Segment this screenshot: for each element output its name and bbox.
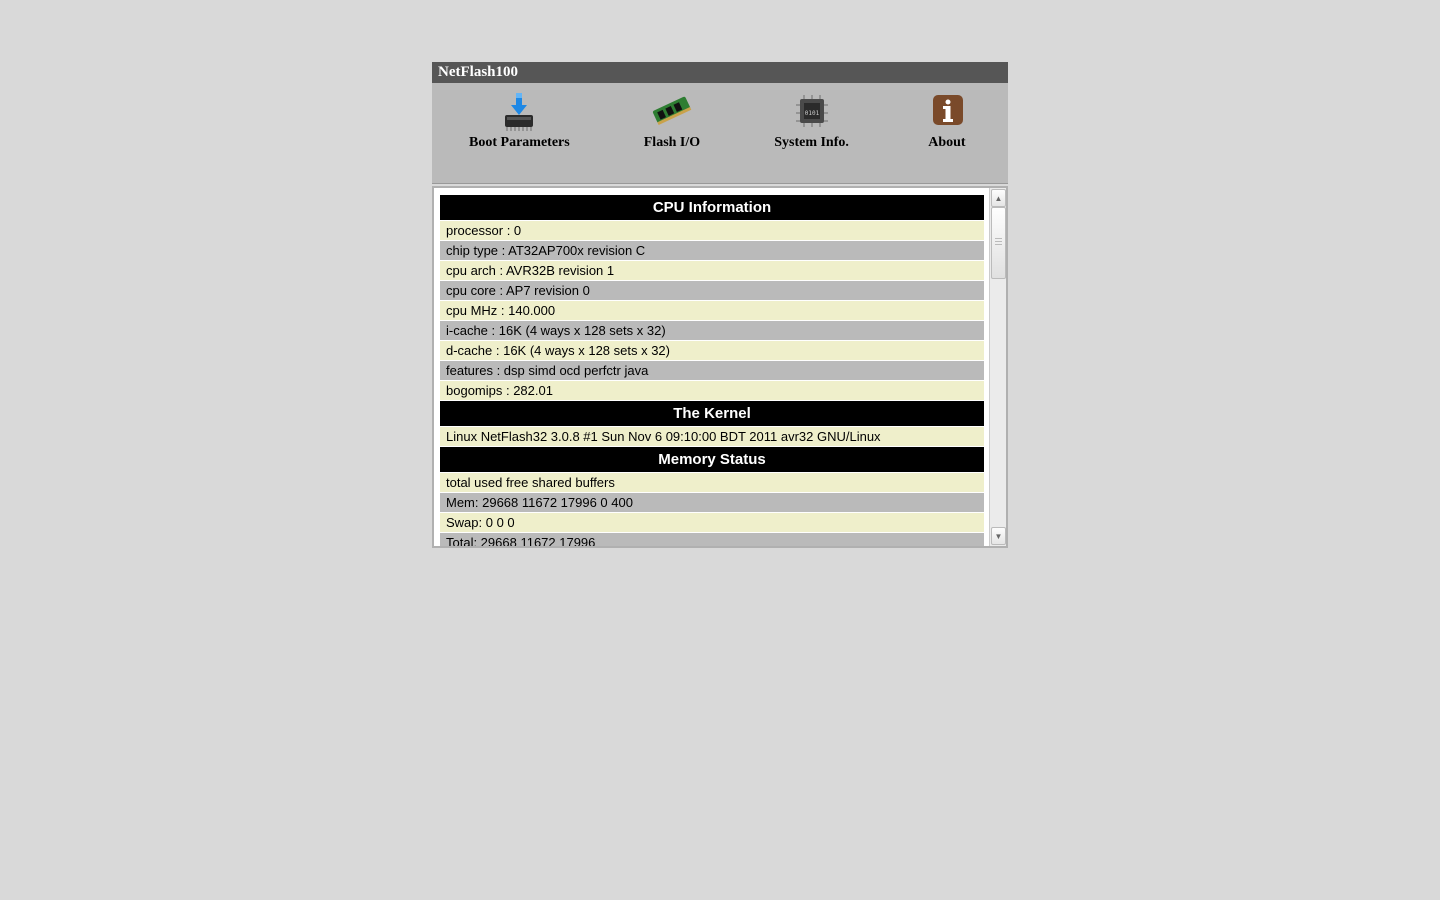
nav-bar: Boot Parameters Flash I/O [432, 83, 1008, 184]
vertical-scrollbar[interactable]: ▲ ▼ [989, 188, 1006, 546]
info-table: CPU Information processor : 0 chip type … [439, 194, 985, 546]
cpu-row: cpu MHz : 140.000 [440, 301, 984, 320]
cpu-chip-icon: 0101 [788, 91, 836, 131]
scroll-up-button[interactable]: ▲ [991, 189, 1006, 207]
memory-header: Memory Status [440, 447, 984, 472]
cpu-row: chip type : AT32AP700x revision C [440, 241, 984, 260]
app-title: NetFlash100 [438, 64, 518, 80]
nav-boot-parameters[interactable]: Boot Parameters [469, 91, 570, 151]
cpu-row: d-cache : 16K (4 ways x 128 sets x 32) [440, 341, 984, 360]
cpu-row: cpu core : AP7 revision 0 [440, 281, 984, 300]
nav-boot-label: Boot Parameters [469, 135, 570, 151]
cpu-row: bogomips : 282.01 [440, 381, 984, 400]
mem-row: Swap: 0 0 0 [440, 513, 984, 532]
nav-about[interactable]: About [923, 91, 971, 151]
nav-system-info[interactable]: 0101 System Info. [774, 91, 849, 151]
chip-download-icon [495, 91, 543, 131]
nav-sys-label: System Info. [774, 135, 849, 151]
title-bar: NetFlash100 [432, 62, 1008, 83]
cpu-row: processor : 0 [440, 221, 984, 240]
nav-about-label: About [923, 135, 971, 151]
cpu-row: cpu arch : AVR32B revision 1 [440, 261, 984, 280]
nav-flash-io[interactable]: Flash I/O [644, 91, 700, 151]
cpu-row: i-cache : 16K (4 ways x 128 sets x 32) [440, 321, 984, 340]
scroll-down-button[interactable]: ▼ [991, 527, 1006, 545]
cpu-row: features : dsp simd ocd perfctr java [440, 361, 984, 380]
svg-text:0101: 0101 [804, 110, 819, 117]
kernel-row: Linux NetFlash32 3.0.8 #1 Sun Nov 6 09:1… [440, 427, 984, 446]
mem-row: total used free shared buffers [440, 473, 984, 492]
cpu-info-header: CPU Information [440, 195, 984, 220]
info-icon [923, 91, 971, 131]
scroll-area: CPU Information processor : 0 chip type … [434, 188, 990, 546]
nav-flash-label: Flash I/O [644, 135, 700, 151]
mem-row: Mem: 29668 11672 17996 0 400 [440, 493, 984, 512]
scroll-thumb[interactable] [991, 207, 1006, 279]
mem-row: Total: 29668 11672 17996 [440, 533, 984, 546]
kernel-header: The Kernel [440, 401, 984, 426]
ram-icon [648, 91, 696, 131]
content-frame: CPU Information processor : 0 chip type … [432, 186, 1008, 548]
